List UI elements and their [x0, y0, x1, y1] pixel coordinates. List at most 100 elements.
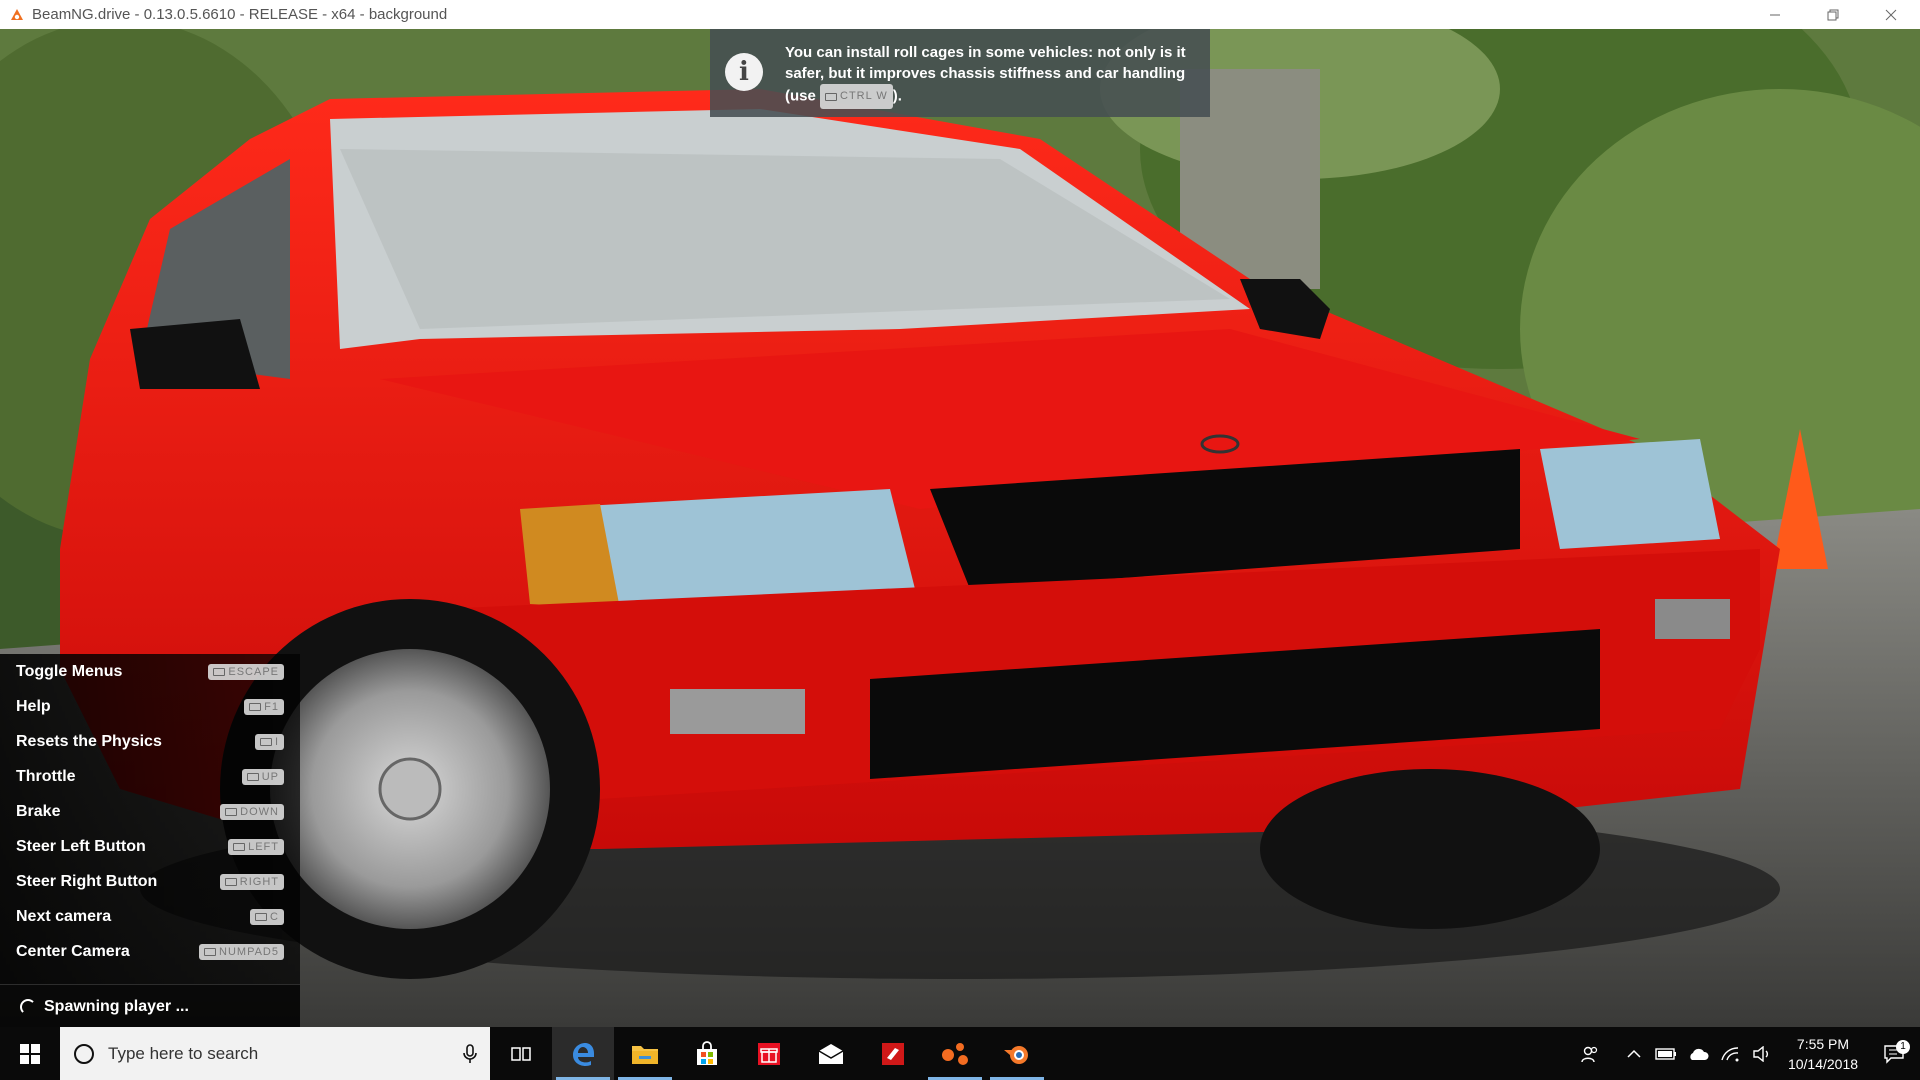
taskbar-red-app[interactable] — [862, 1027, 924, 1080]
restore-icon — [1827, 9, 1839, 20]
spinner-icon — [20, 998, 36, 1015]
windows-logo-icon — [20, 1043, 40, 1064]
shortcut-label: Center Camera — [16, 942, 130, 960]
keyboard-icon — [224, 877, 237, 886]
taskbar-dots-app[interactable] — [924, 1027, 986, 1080]
taskbar-gift-app[interactable] — [738, 1027, 800, 1080]
taskbar-file-explorer[interactable] — [614, 1027, 676, 1080]
shortcut-row-reset-physics[interactable]: Resets the Physics I — [0, 724, 300, 759]
tip-text: You can install roll cages in some vehic… — [785, 42, 1196, 109]
shortcut-key: I — [254, 733, 284, 750]
shortcut-label: Throttle — [16, 767, 76, 785]
shortcut-row-brake[interactable]: Brake DOWN — [0, 794, 300, 829]
shortcut-row-help[interactable]: Help F1 — [0, 689, 300, 724]
shortcut-row-steer-left[interactable]: Steer Left Button LEFT — [0, 829, 300, 864]
keyboard-icon — [249, 702, 262, 711]
window-titlebar: BeamNG.drive - 0.13.0.5.6610 - RELEASE -… — [0, 0, 1920, 30]
shortcut-label: Brake — [16, 802, 61, 820]
info-icon: i — [725, 53, 763, 91]
minimize-icon — [1770, 14, 1780, 15]
windows-taskbar: Type here to search 7:55 PM 10/14/2018 1 — [0, 1027, 1920, 1080]
shortcut-key: RIGHT — [219, 873, 284, 890]
shortcut-row-next-camera[interactable]: Next camera C — [0, 899, 300, 934]
shortcut-key-label: ESCAPE — [228, 665, 279, 678]
loading-status: Spawning player ... — [0, 984, 300, 1028]
shortcut-label: Steer Left Button — [16, 837, 146, 855]
shortcut-row-toggle-menus[interactable]: Toggle Menus ESCAPE — [0, 654, 300, 689]
close-button[interactable] — [1862, 0, 1920, 29]
tip-banner: i You can install roll cages in some veh… — [710, 29, 1210, 117]
task-view-icon — [511, 1046, 531, 1061]
taskbar-clock[interactable]: 7:55 PM 10/14/2018 — [1778, 1034, 1868, 1074]
shortcut-label: Next camera — [16, 907, 112, 925]
status-text: Spawning player ... — [44, 997, 189, 1015]
shortcut-row-steer-right[interactable]: Steer Right Button RIGHT — [0, 864, 300, 899]
shortcut-key: LEFT — [228, 838, 284, 855]
shortcut-key-label: C — [270, 910, 279, 923]
taskbar-blender[interactable] — [986, 1027, 1048, 1080]
shortcut-label: Toggle Menus — [16, 662, 123, 680]
search-placeholder: Type here to search — [108, 1043, 259, 1063]
beamng-app-icon — [6, 4, 28, 26]
keyboard-icon — [825, 92, 838, 101]
shortcut-key-label: UP — [261, 770, 279, 783]
system-tray: 7:55 PM 10/14/2018 1 — [1574, 1027, 1920, 1080]
folder-icon — [632, 1045, 658, 1064]
task-view-button[interactable] — [490, 1027, 552, 1080]
gift-icon — [758, 1042, 780, 1065]
window-title: BeamNG.drive - 0.13.0.5.6610 - RELEASE -… — [32, 6, 448, 23]
minimize-button[interactable] — [1746, 0, 1804, 29]
volume-icon[interactable] — [1746, 1045, 1778, 1062]
shortcut-key: ESCAPE — [208, 663, 284, 680]
show-hidden-icons-chevron-icon[interactable] — [1618, 1049, 1650, 1059]
taskbar-edge[interactable] — [552, 1027, 614, 1080]
edge-icon — [573, 1042, 594, 1066]
shortcut-key-label: I — [274, 735, 279, 748]
action-center-button[interactable]: 1 — [1868, 1039, 1920, 1064]
onedrive-cloud-icon[interactable] — [1682, 1047, 1714, 1061]
shortcut-key-label: RIGHT — [239, 875, 279, 888]
shortcut-key-label: NUMPAD5 — [219, 945, 279, 958]
shortcut-panel: Toggle Menus ESCAPE Help F1 Resets the Phy… — [0, 654, 300, 984]
keyboard-icon — [225, 807, 238, 816]
tip-text-after: ). — [892, 87, 902, 105]
shortcut-key-label: LEFT — [248, 840, 279, 853]
people-icon[interactable] — [1574, 1045, 1606, 1063]
close-icon — [1885, 9, 1897, 20]
shortcut-label: Steer Right Button — [16, 872, 158, 890]
shortcut-key: C — [250, 908, 284, 925]
shortcut-key-label: F1 — [264, 700, 279, 713]
shortcut-label: Resets the Physics — [16, 732, 162, 750]
microphone-icon[interactable] — [450, 1043, 490, 1064]
keyboard-icon — [255, 912, 268, 921]
shortcut-key: F1 — [244, 698, 284, 715]
notification-count-badge: 1 — [1896, 1039, 1910, 1054]
shortcut-key-label: DOWN — [240, 805, 279, 818]
start-button[interactable] — [0, 1027, 60, 1080]
taskbar-mail[interactable] — [800, 1027, 862, 1080]
keyboard-icon — [259, 737, 272, 746]
keyboard-icon — [233, 842, 246, 851]
clock-date: 10/14/2018 — [1787, 1055, 1859, 1072]
shortcut-row-center-camera[interactable]: Center Camera NUMPAD5 — [0, 934, 300, 969]
shortcut-row-throttle[interactable]: Throttle UP — [0, 759, 300, 794]
restore-button[interactable] — [1804, 0, 1862, 29]
keyboard-icon — [213, 667, 226, 676]
shortcut-key: UP — [241, 768, 284, 785]
shortcut-key: DOWN — [220, 803, 284, 820]
battery-icon[interactable] — [1650, 1047, 1682, 1061]
taskbar-store[interactable] — [676, 1027, 738, 1080]
red-app-icon — [882, 1042, 904, 1065]
tip-key-badge: CTRL W — [820, 84, 893, 109]
keyboard-icon — [204, 947, 217, 956]
wifi-icon[interactable] — [1714, 1046, 1746, 1062]
shortcut-label: Help — [16, 697, 51, 715]
clock-time: 7:55 PM — [1796, 1035, 1850, 1052]
dots-app-icon — [942, 1042, 968, 1065]
keyboard-icon — [246, 772, 259, 781]
mail-icon — [818, 1043, 844, 1064]
blender-icon — [1004, 1045, 1028, 1064]
taskbar-search-box[interactable]: Type here to search — [60, 1027, 490, 1080]
store-icon — [697, 1040, 717, 1065]
tip-key-label: CTRL W — [840, 90, 888, 102]
